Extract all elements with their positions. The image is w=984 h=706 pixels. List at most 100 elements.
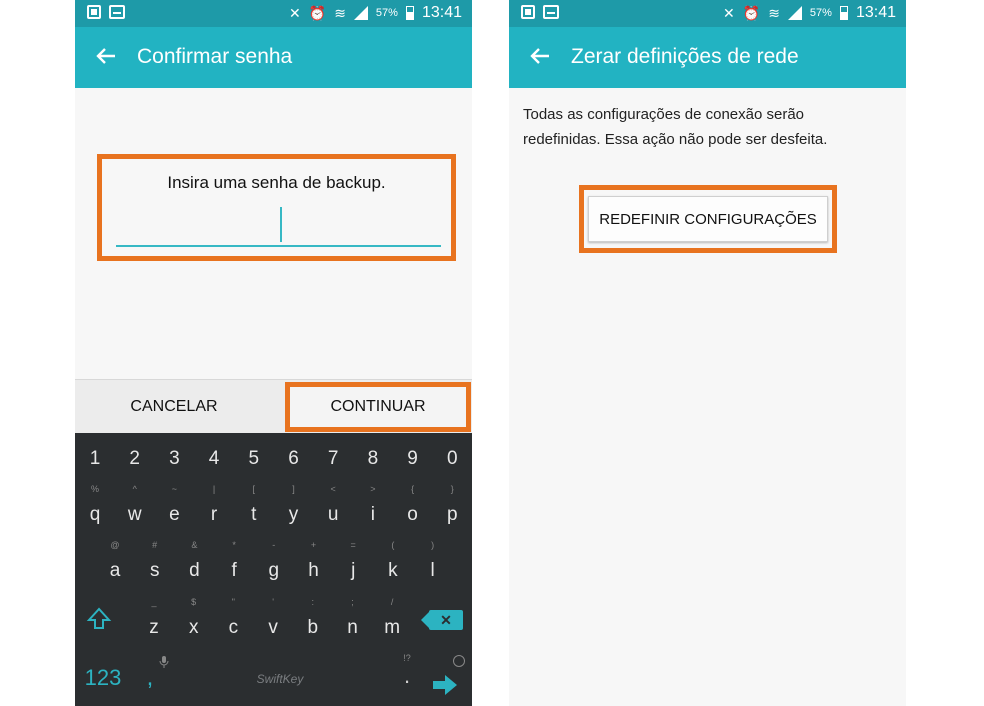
- key-i[interactable]: > i: [353, 484, 393, 533]
- key-s[interactable]: # s: [135, 540, 175, 589]
- status-bar: ✕ ⏰ ≋ 57% 13:41: [75, 0, 472, 27]
- key-label: d: [189, 560, 200, 581]
- key-label: s: [149, 560, 160, 581]
- space-key[interactable]: SwiftKey: [225, 669, 335, 689]
- emoji-icon: [453, 655, 465, 667]
- key-label: 8: [367, 448, 379, 469]
- swiftkey-keyboard: 1 2 3 4 5 6 7 8 9 0% q ^ w ~ e | r[t] y < u > i{o} p @ a # s & d * f - g…: [75, 433, 472, 706]
- voicemail-icon: [109, 5, 125, 19]
- key-e[interactable]: ~ e: [154, 484, 194, 533]
- key-2[interactable]: 2: [115, 441, 155, 477]
- key-8[interactable]: 8: [353, 441, 393, 477]
- backup-password-input[interactable]: [116, 195, 441, 247]
- key-z[interactable]: _ z: [134, 597, 174, 646]
- battery-percent: 57%: [809, 7, 832, 19]
- key-label: 0: [447, 448, 458, 469]
- enter-arrow-icon[interactable]: [431, 673, 459, 697]
- key-g[interactable]: -g: [254, 540, 294, 589]
- key-d[interactable]: & d: [174, 540, 214, 589]
- backspace-key[interactable]: ✕: [421, 610, 463, 630]
- key-hint: ]: [292, 484, 295, 494]
- key-label: w: [127, 504, 142, 525]
- key-a[interactable]: @ a: [95, 540, 135, 589]
- back-arrow-icon[interactable]: [95, 41, 121, 71]
- alarm-icon: ⏰: [742, 5, 761, 21]
- key-f[interactable]: * f: [214, 540, 254, 589]
- back-arrow-icon[interactable]: [529, 41, 555, 71]
- battery-icon: [839, 6, 848, 20]
- key-v[interactable]: ' v: [253, 597, 293, 646]
- key-l[interactable]: ) l: [413, 540, 453, 589]
- reset-settings-button[interactable]: REDEFINIR CONFIGURAÇÕES: [588, 196, 828, 242]
- key-y[interactable]: ] y: [274, 484, 314, 533]
- cancel-button[interactable]: CANCELAR: [75, 380, 273, 434]
- symbols-key[interactable]: 123: [79, 663, 127, 693]
- confirm-password-screen: ✕ ⏰ ≋ 57% 13:41 Confirmar senha Insira u…: [75, 0, 472, 706]
- key-label: e: [169, 504, 180, 525]
- key-hint: -: [272, 540, 276, 550]
- key-j[interactable]: = j: [333, 540, 373, 589]
- key-hint: /: [390, 597, 394, 607]
- key-9[interactable]: 9: [393, 441, 433, 477]
- password-highlight-box: Insira uma senha de backup.: [97, 154, 456, 261]
- key-label: l: [430, 560, 435, 581]
- key-h[interactable]: + h: [294, 540, 334, 589]
- app-bar: Confirmar senha: [75, 27, 472, 88]
- continue-button[interactable]: CONTINUAR: [285, 382, 471, 432]
- key-label: t: [251, 504, 257, 525]
- key-hint: ": [231, 597, 235, 607]
- key-u[interactable]: < u: [313, 484, 353, 533]
- key-hint: %: [90, 484, 99, 494]
- key-3[interactable]: 3: [154, 441, 194, 477]
- key-p[interactable]: } p: [432, 484, 472, 533]
- key-t[interactable]: [t: [234, 484, 274, 533]
- action-buttons-row: CANCELAR CONTINUAR: [75, 379, 472, 433]
- key-hint: ~: [171, 484, 178, 494]
- key-5[interactable]: 5: [234, 441, 274, 477]
- key-k[interactable]: (k: [373, 540, 413, 589]
- wifi-icon: ≋: [768, 5, 780, 21]
- key-hint: {: [411, 484, 415, 494]
- key-label: x: [188, 617, 199, 638]
- key-hint: =: [350, 540, 356, 550]
- alarm-icon: ⏰: [308, 5, 327, 21]
- key-hint: >: [370, 484, 376, 494]
- signal-icon: [353, 6, 368, 20]
- key-hint: *: [232, 540, 236, 550]
- key-label: q: [89, 504, 101, 525]
- key-hint: }: [450, 484, 454, 494]
- key-label: c: [228, 617, 239, 638]
- signal-icon: [787, 6, 802, 20]
- key-0[interactable]: 0: [432, 441, 472, 477]
- key-r[interactable]: | r: [194, 484, 234, 533]
- key-b[interactable]: :b: [293, 597, 333, 646]
- key-label: p: [447, 504, 458, 525]
- key-label: 5: [248, 448, 260, 469]
- key-q[interactable]: % q: [75, 484, 115, 533]
- key-label: u: [327, 504, 339, 525]
- key-hint: _: [151, 597, 157, 607]
- key-c[interactable]: " c: [213, 597, 253, 646]
- key-x[interactable]: $ x: [174, 597, 214, 646]
- key-label: j: [351, 560, 356, 581]
- key-hint: |: [212, 484, 216, 494]
- page-title: Confirmar senha: [137, 45, 293, 68]
- key-6[interactable]: 6: [274, 441, 314, 477]
- clock: 13:41: [855, 4, 896, 21]
- key-7[interactable]: 7: [313, 441, 353, 477]
- key-n[interactable]: ; n: [333, 597, 373, 646]
- key-hint: <: [330, 484, 336, 494]
- key-label: m: [384, 617, 401, 638]
- key-o[interactable]: {o: [393, 484, 433, 533]
- period-key[interactable]: !? .: [393, 653, 421, 693]
- key-label: y: [288, 504, 299, 525]
- key-w[interactable]: ^ w: [115, 484, 155, 533]
- key-hint: #: [152, 540, 158, 550]
- comma-key[interactable]: ,: [137, 661, 163, 695]
- shift-key-icon[interactable]: [85, 605, 117, 637]
- voicemail-icon: [543, 5, 559, 19]
- key-m[interactable]: / m: [372, 597, 412, 646]
- key-4[interactable]: 4: [194, 441, 234, 477]
- period-key-hint: !?: [403, 653, 411, 663]
- key-1[interactable]: 1: [75, 441, 115, 477]
